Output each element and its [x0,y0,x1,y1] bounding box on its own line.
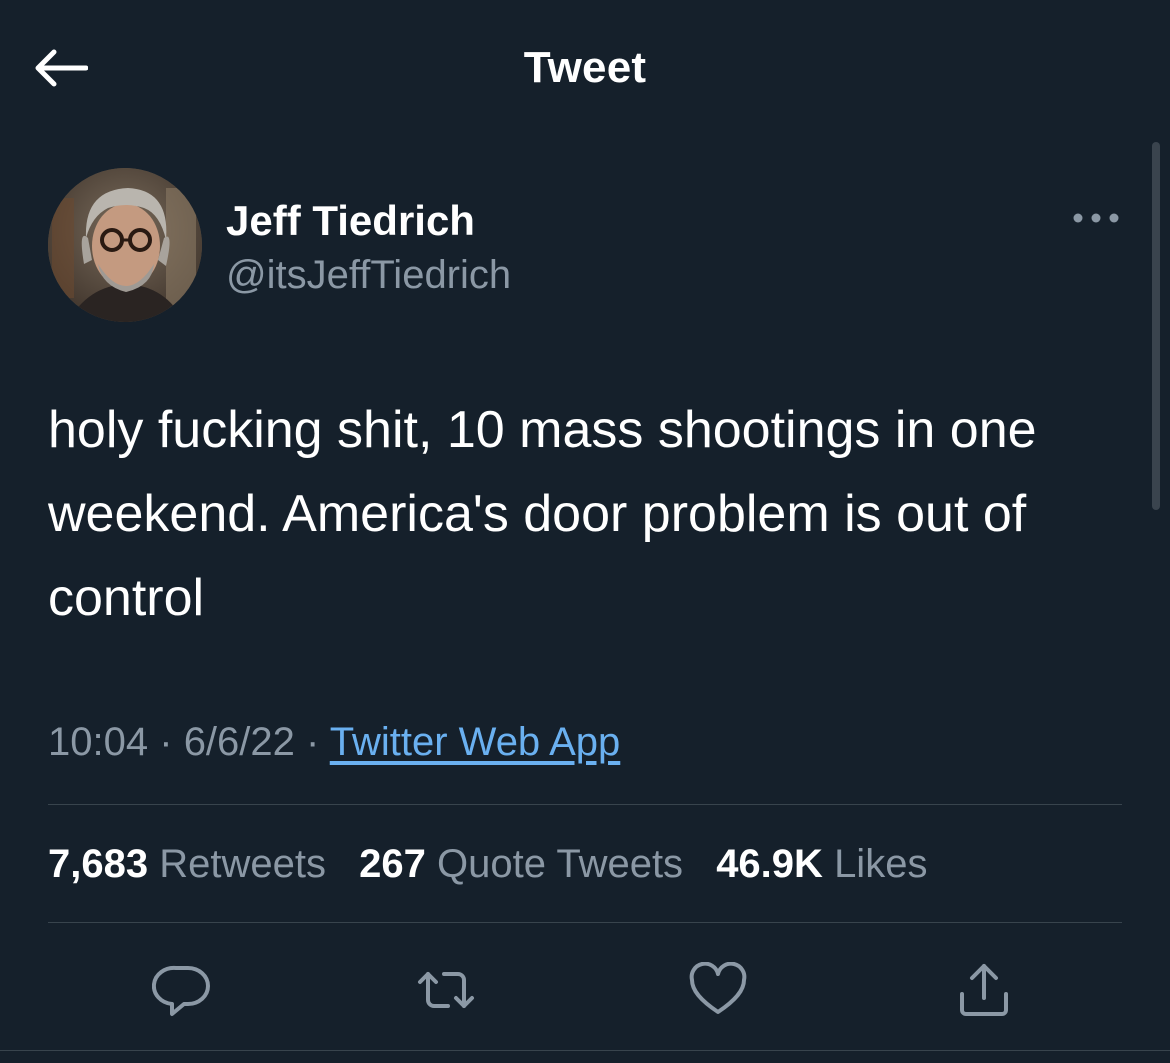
meta-separator: · [159,720,173,764]
scrollbar-thumb[interactable] [1152,142,1160,510]
divider [48,804,1122,805]
quote-tweets-count: 267 [359,842,426,886]
tweet-actions [0,950,1170,1030]
more-horizontal-icon [1073,213,1119,223]
author-name[interactable]: Jeff Tiedrich [226,196,475,246]
tweet-detail-page: Tweet Jeff Tiedrich @itsJeffTiedrich hol… [0,0,1170,1063]
avatar-photo [48,168,202,322]
share-icon [960,964,1008,1016]
likes-stat[interactable]: 46.9K Likes [716,836,927,892]
likes-label: Likes [834,842,928,886]
tweet-time[interactable]: 10:04 [48,720,148,764]
tweet-date[interactable]: 6/6/22 [184,720,295,764]
retweet-icon [418,972,474,1008]
tweet-meta: 10:04 · 6/6/22 · Twitter Web App [48,714,620,770]
top-bar: Tweet [0,0,1170,132]
like-button[interactable] [686,958,750,1022]
author-handle[interactable]: @itsJeffTiedrich [226,250,511,300]
heart-icon [689,962,747,1014]
reply-icon [152,965,210,1016]
bottom-divider [0,1050,1170,1051]
tweet-stats: 7,683 Retweets 267 Quote Tweets 46.9K Li… [48,836,949,892]
reply-button[interactable] [150,958,214,1022]
divider [48,922,1122,923]
retweets-stat[interactable]: 7,683 Retweets [48,836,326,892]
source-link[interactable]: Twitter Web App [330,720,621,764]
likes-count: 46.9K [716,842,823,886]
tweet-text: holy fucking shit, 10 mass shootings in … [48,401,1037,627]
retweet-button[interactable] [414,958,478,1022]
share-button[interactable] [952,958,1016,1022]
page-title: Tweet [523,43,647,92]
retweets-label: Retweets [159,842,326,886]
more-options-button[interactable] [1066,196,1126,240]
quote-tweets-stat[interactable]: 267 Quote Tweets [359,836,683,892]
quote-tweets-label: Quote Tweets [436,842,684,886]
meta-separator: · [306,720,320,764]
retweets-count: 7,683 [48,842,149,886]
avatar[interactable] [48,168,202,322]
